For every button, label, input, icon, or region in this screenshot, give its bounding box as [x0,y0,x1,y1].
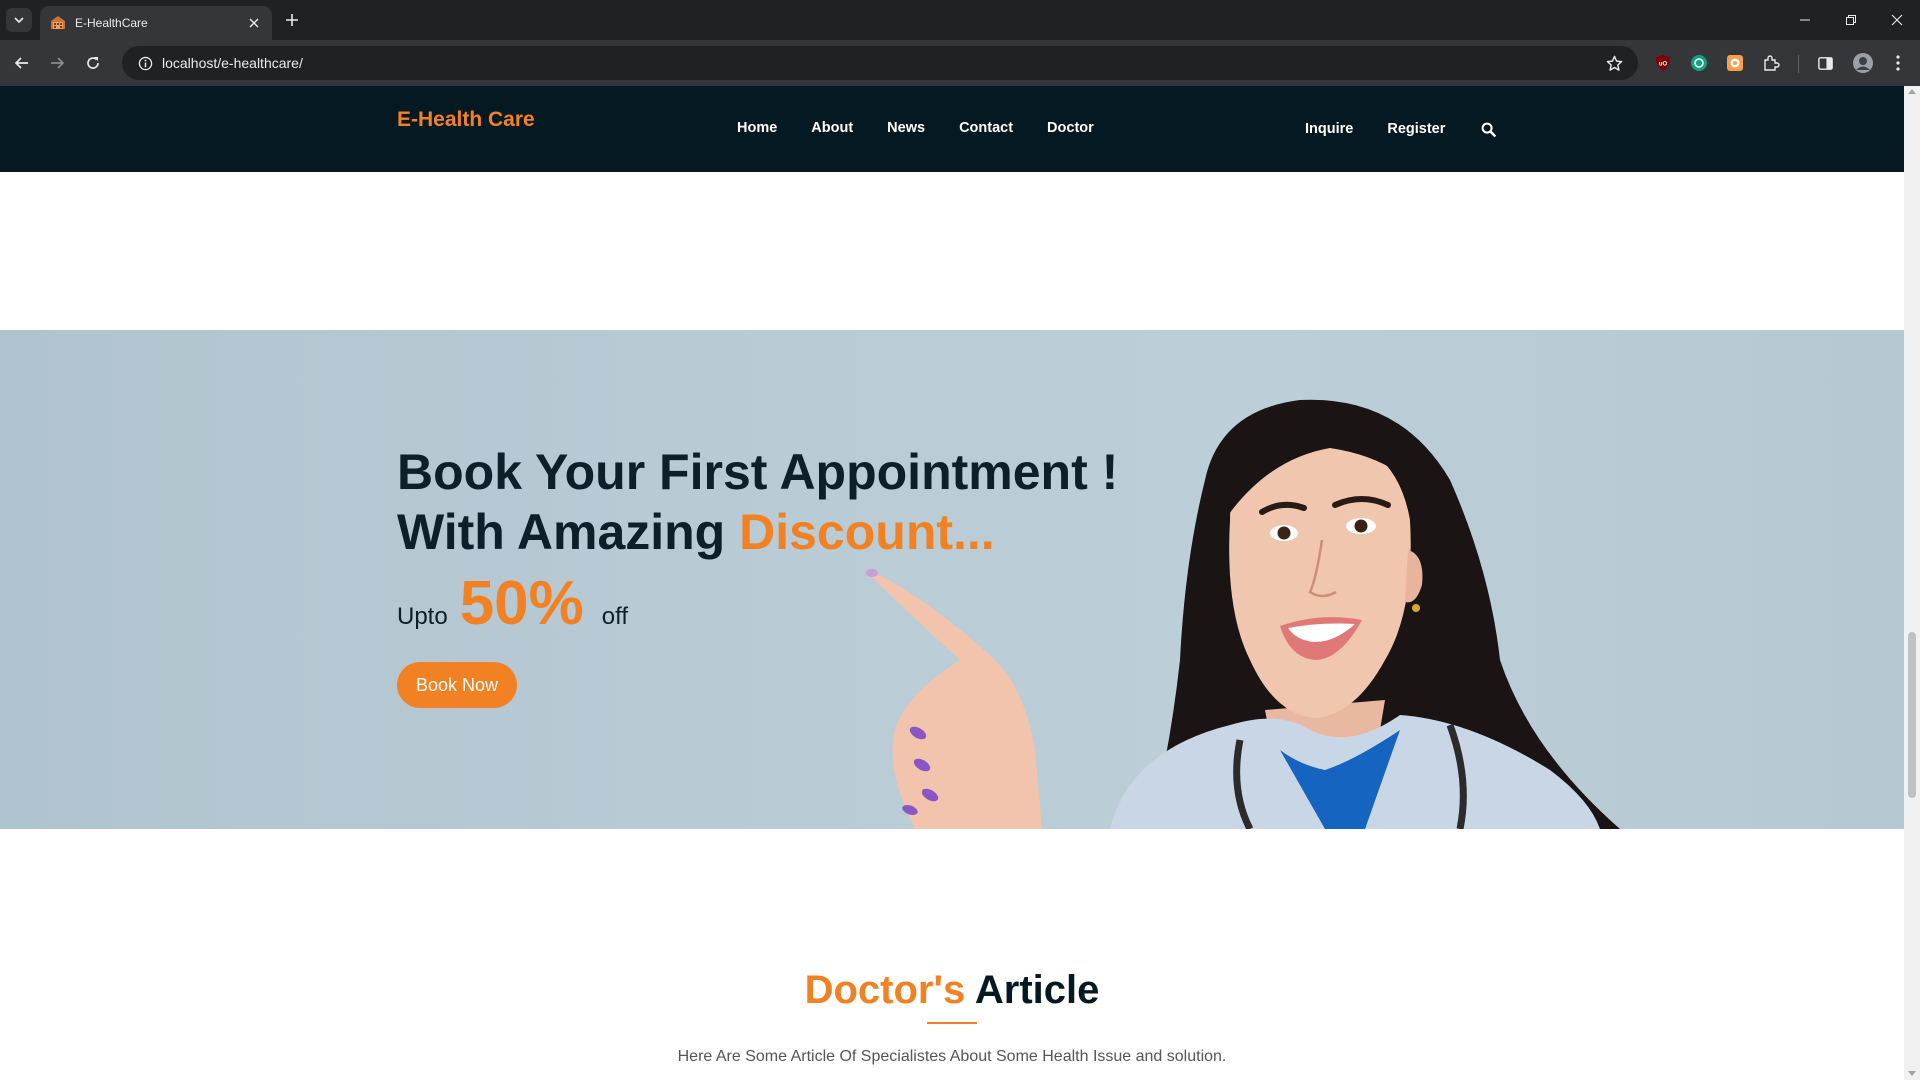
nav-contact[interactable]: Contact [959,120,1013,136]
info-icon [138,56,152,70]
nav-news[interactable]: News [887,120,925,136]
minimize-button[interactable] [1782,0,1828,40]
chatgpt-icon [1691,55,1707,71]
search-icon [1481,122,1496,137]
tab-search-button[interactable] [6,8,32,32]
browser-tabbar: E-HealthCare [0,0,1920,40]
svg-text:uO: uO [1659,62,1668,68]
ublock-extension[interactable]: uO [1653,53,1673,73]
nav-register[interactable]: Register [1387,121,1445,137]
toolbar-separator [1798,55,1799,73]
page-viewport: E-Health Care Home About News Contact Do… [0,86,1904,1080]
banner-title: Book Your First Appointment ! With Amazi… [397,442,1118,562]
discount-offer: Upto 50% off [397,568,628,639]
banner-title-line2: With Amazing Discount... [397,502,1118,562]
puzzle-icon [1764,55,1780,71]
back-button[interactable] [10,51,34,75]
reload-button[interactable] [81,51,105,75]
site-header: E-Health Care Home About News Contact Do… [0,86,1904,172]
main-nav: Home About News Contact Doctor [737,120,1094,136]
close-icon [1891,14,1903,26]
reload-icon [87,57,99,69]
browser-tab-active[interactable]: E-HealthCare [40,6,272,40]
nav-about[interactable]: About [811,120,853,136]
section-title: Doctor's Article [0,968,1904,1013]
page-scrollbar[interactable] [1904,86,1920,1080]
sidepanel-icon [1817,56,1833,70]
window-controls [1782,0,1920,40]
side-panel-button[interactable] [1815,53,1835,73]
tab-title: E-HealthCare [75,16,148,30]
star-icon [1606,55,1622,71]
favicon-icon [51,16,65,29]
browser-menu-button[interactable] [1888,53,1908,73]
scrollbar-thumb[interactable] [1908,632,1916,798]
ublock-icon: uO [1656,55,1670,71]
banner-title-line1: Book Your First Appointment ! [397,444,1119,500]
section-subtitle: Here Are Some Article Of Specialistes Ab… [677,1048,1227,1065]
site-info-button[interactable] [128,46,162,80]
section-title-rest: Article [965,968,1100,1012]
new-tab-button[interactable] [282,10,302,30]
offer-percentage: 50% [459,569,584,638]
forward-button[interactable] [45,51,69,75]
nav-home[interactable]: Home [737,120,777,136]
restore-icon [1846,15,1856,25]
site-logo[interactable]: E-Health Care [397,108,535,132]
browser-toolbar: localhost/e-healthcare/ uO [0,40,1920,86]
offer-prefix: Upto [397,603,448,630]
orange-extension[interactable] [1725,53,1745,73]
extensions-button[interactable] [1761,53,1781,73]
kebab-menu-icon [1896,55,1900,71]
minimize-icon [1800,19,1810,21]
banner-title-accent: Discount... [739,504,995,560]
close-window-button[interactable] [1874,0,1920,40]
close-icon [249,18,259,28]
close-tab-button[interactable] [246,15,262,31]
profile-icon [1853,53,1873,73]
offer-suffix: off [601,603,629,630]
header-right-nav: Inquire Register [1305,120,1497,138]
section-title-accent: Doctor's [804,968,966,1012]
profile-button[interactable] [1852,52,1874,74]
bookmark-button[interactable] [1596,46,1632,80]
restore-button[interactable] [1828,0,1874,40]
nav-inquire[interactable]: Inquire [1305,121,1353,137]
back-icon [14,57,28,69]
nav-doctor[interactable]: Doctor [1047,120,1094,136]
section-title-underline [927,1022,977,1024]
header-search-button[interactable] [1479,120,1497,138]
doctor-illustration [866,399,1620,829]
forward-icon [51,57,65,69]
address-bar[interactable]: localhost/e-healthcare/ [122,46,1638,80]
scroll-down-arrow[interactable] [1908,1071,1916,1076]
chevron-down-icon [14,17,24,24]
plus-icon [286,14,298,26]
banner-title-lead: With Amazing [397,504,740,560]
chatgpt-extension[interactable] [1689,53,1709,73]
book-now-button[interactable]: Book Now [397,662,517,708]
discount-banner: Book Your First Appointment ! With Amazi… [0,330,1904,829]
url-text[interactable]: localhost/e-healthcare/ [162,55,1596,71]
scroll-up-arrow[interactable] [1908,89,1916,94]
extension-orange-icon [1727,55,1743,71]
